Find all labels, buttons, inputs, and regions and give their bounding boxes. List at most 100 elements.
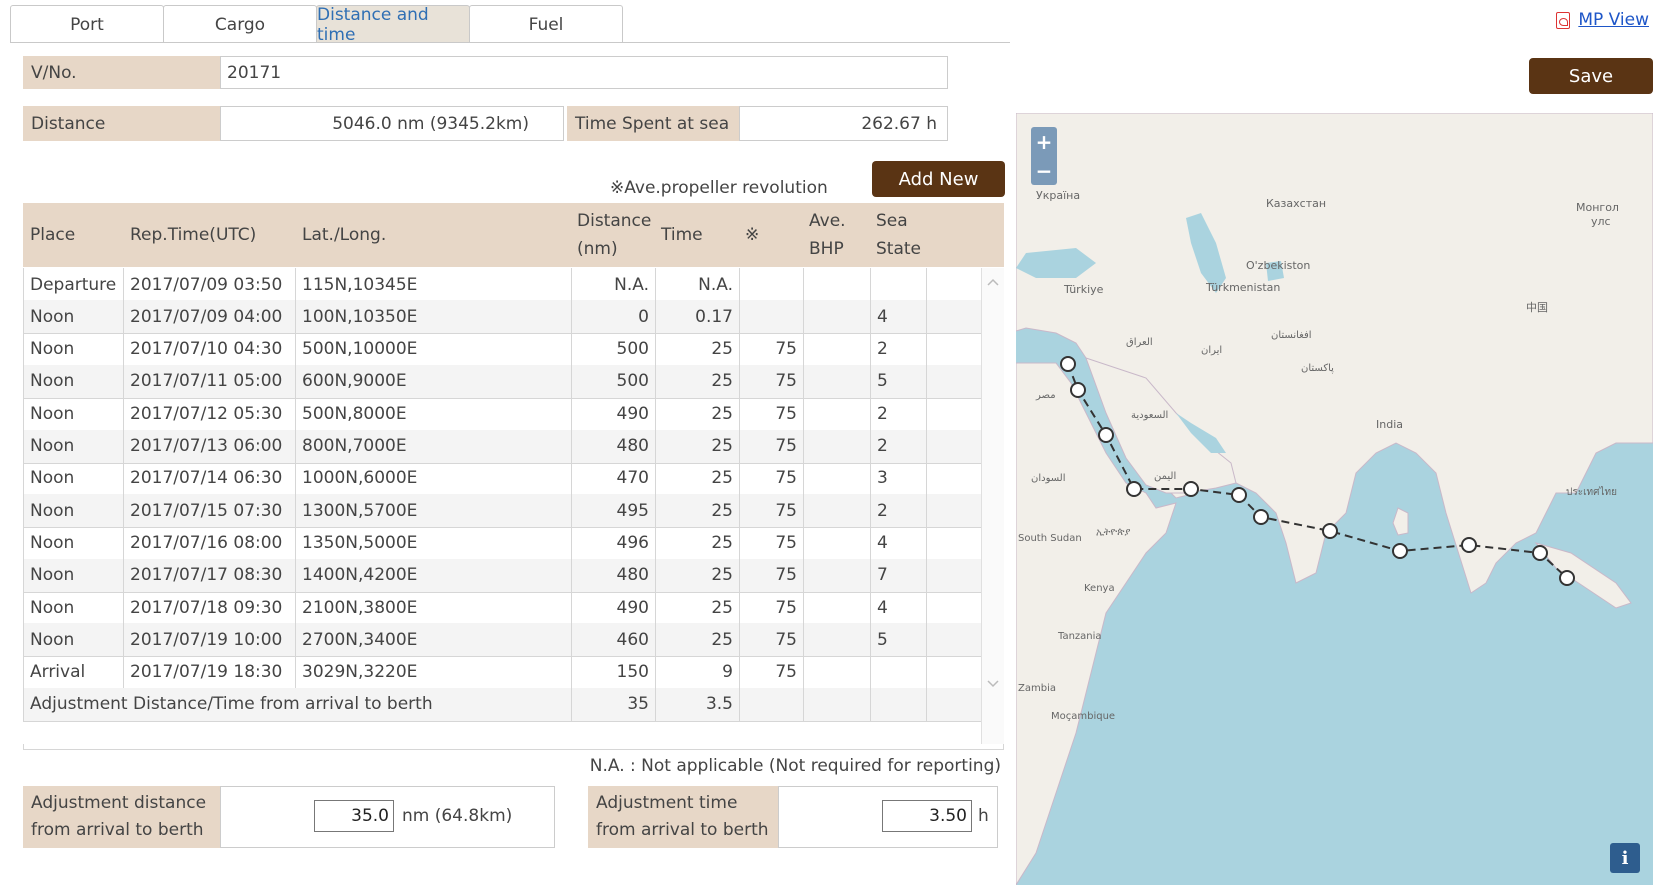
table-row[interactable]: Noon 2017/07/16 08:00 1350N,5000E 496 25 75 4 [23,526,981,561]
cell-sea: 7 [871,558,927,592]
th-distance: Distance (nm) [577,203,651,267]
map-label-kenya: Kenya [1084,583,1115,594]
map-label-uzbekistan: O'zbekiston [1246,259,1310,272]
tab-port[interactable]: Port [10,5,164,43]
scroll-down-icon[interactable] [987,680,999,688]
table-row[interactable]: Noon 2017/07/17 08:30 1400N,4200E 480 25 75 7 [23,558,981,593]
cell-bhp [804,461,871,495]
save-button[interactable]: Save [1529,58,1653,94]
adjustment-row[interactable]: Adjustment Distance/Time from arrival to… [23,687,981,722]
table-row[interactable]: Noon 2017/07/10 04:30 500N,10000E 500 25 75 2 [23,332,981,367]
scroll-up-icon[interactable] [987,278,999,286]
cell-rev: 75 [740,591,804,624]
table-row[interactable]: Noon 2017/07/18 09:30 2100N,3800E 490 25 75 4 [23,591,981,625]
cell-rev: 75 [740,461,804,495]
distance-value: 5046.0 nm (9345.2km) [220,106,564,141]
table-scrollbar[interactable] [981,268,1004,744]
table-row[interactable]: Noon 2017/07/15 07:30 1300N,5700E 495 25 75 2 [23,494,981,529]
cell-sea: 4 [871,591,927,624]
map-zoom-control: + − [1031,127,1057,185]
adj-distance-input[interactable]: 35.0 [314,800,394,832]
adj-distance-label-1: Adjustment distance [31,793,207,813]
map-label-china: 中国 [1526,301,1548,314]
cell-time-utc: 2017/07/19 18:30 [124,655,296,689]
add-new-button[interactable]: Add New [872,161,1005,197]
cell-sea: 2 [871,332,927,366]
cell-dist: 480 [572,558,656,592]
cell-pos: 2700N,3400E [296,623,572,657]
table-row[interactable]: Noon 2017/07/12 05:30 500N,8000E 490 25 75 2 [23,397,981,432]
cell-time-utc: 2017/07/09 04:00 [124,300,296,334]
table-row[interactable]: Noon 2017/07/14 06:30 1000N,6000E 470 25 75 3 [23,461,981,496]
cell-sea: 3 [871,461,927,495]
cell-bhp [804,591,871,624]
cell-pos: 1300N,5700E [296,494,572,528]
table-row[interactable]: Noon 2017/07/11 05:00 600N,9000E 500 25 75 5 [23,364,981,399]
mp-view-label[interactable]: MP View [1578,10,1649,30]
pdf-icon [1556,11,1571,29]
cell-rev: 75 [740,494,804,528]
cell-place: Noon [24,364,124,398]
tab-distance-and-time[interactable]: Distance and time [316,5,470,45]
cell-time: 9 [656,655,740,689]
th-mark: ※ [745,225,760,245]
time-sea-label: Time Spent at sea [567,106,739,141]
land-srilanka [1392,507,1409,536]
cell-adjust-bhp [804,687,871,721]
cell-time-utc: 2017/07/13 06:00 [124,429,296,463]
cell-time: 25 [656,558,740,592]
adj-time-input[interactable]: 3.50 [882,800,972,832]
cell-place: Departure [24,268,124,301]
cell-time: N.A. [656,268,740,301]
map-info-button[interactable]: i [1610,843,1640,873]
cell-rev: 75 [740,623,804,657]
cell-pos: 600N,9000E [296,364,572,398]
tab-fuel[interactable]: Fuel [469,5,623,43]
cell-dist: 500 [572,332,656,366]
zoom-in-button[interactable]: + [1031,127,1057,156]
cell-bhp [804,332,871,366]
cell-dist: 490 [572,397,656,431]
cell-pos: 1000N,6000E [296,461,572,495]
cell-pos: 100N,10350E [296,300,572,334]
table-row[interactable]: Noon 2017/07/13 06:00 800N,7000E 480 25 75 2 [23,429,981,464]
th-rep-time: Rep.Time(UTC) [130,225,257,245]
table-row[interactable]: Departure 2017/07/09 03:50 115N,10345E N.A.… [23,268,981,302]
cell-time-utc: 2017/07/14 06:30 [124,461,296,495]
cell-place: Noon [24,397,124,431]
cell-dist: 495 [572,494,656,528]
cell-time: 25 [656,526,740,560]
cell-bhp [804,300,871,334]
cell-dist: 470 [572,461,656,495]
cell-time-utc: 2017/07/16 08:00 [124,526,296,560]
cell-time: 25 [656,397,740,431]
mp-view-link[interactable]: MP View [1556,10,1649,30]
map-label-mozambique: Moçambique [1051,711,1115,722]
table-row[interactable]: Noon 2017/07/09 04:00 100N,10350E 0 0.17 4 [23,300,981,335]
cell-rev: 75 [740,397,804,431]
cell-time: 25 [656,623,740,657]
table-row[interactable]: Arrival 2017/07/19 18:30 3029N,3220E 150 9 75 [23,655,981,690]
table-row[interactable]: Noon 2017/07/19 10:00 2700N,3400E 460 25 75 5 [23,623,981,658]
cell-bhp [804,397,871,431]
cell-sea: 2 [871,494,927,528]
cell-rev [740,300,804,334]
map-label-iran: ایران [1201,345,1222,356]
route-map[interactable]: Україна Казахстан Монгол улс O'zbekiston… [1016,113,1653,885]
th-sea-line2: State [876,239,921,259]
cell-place: Noon [24,526,124,560]
map-label-yemen: اليمن [1154,471,1176,482]
cell-rev: 75 [740,364,804,398]
cell-time-utc: 2017/07/11 05:00 [124,364,296,398]
map-label-egypt: مصر [1035,390,1056,401]
cell-rev: 75 [740,526,804,560]
cell-bhp [804,268,871,301]
cell-sea: 5 [871,623,927,657]
vno-field[interactable]: 20171 [220,56,948,89]
cell-time-utc: 2017/07/19 10:00 [124,623,296,657]
tab-cargo[interactable]: Cargo [163,5,317,43]
map-canvas[interactable]: Україна Казахстан Монгол улс O'zbekiston… [1016,113,1653,885]
map-label-ukraine: Україна [1036,189,1080,202]
vno-label: V/No. [23,56,220,89]
zoom-out-button[interactable]: − [1031,156,1057,185]
